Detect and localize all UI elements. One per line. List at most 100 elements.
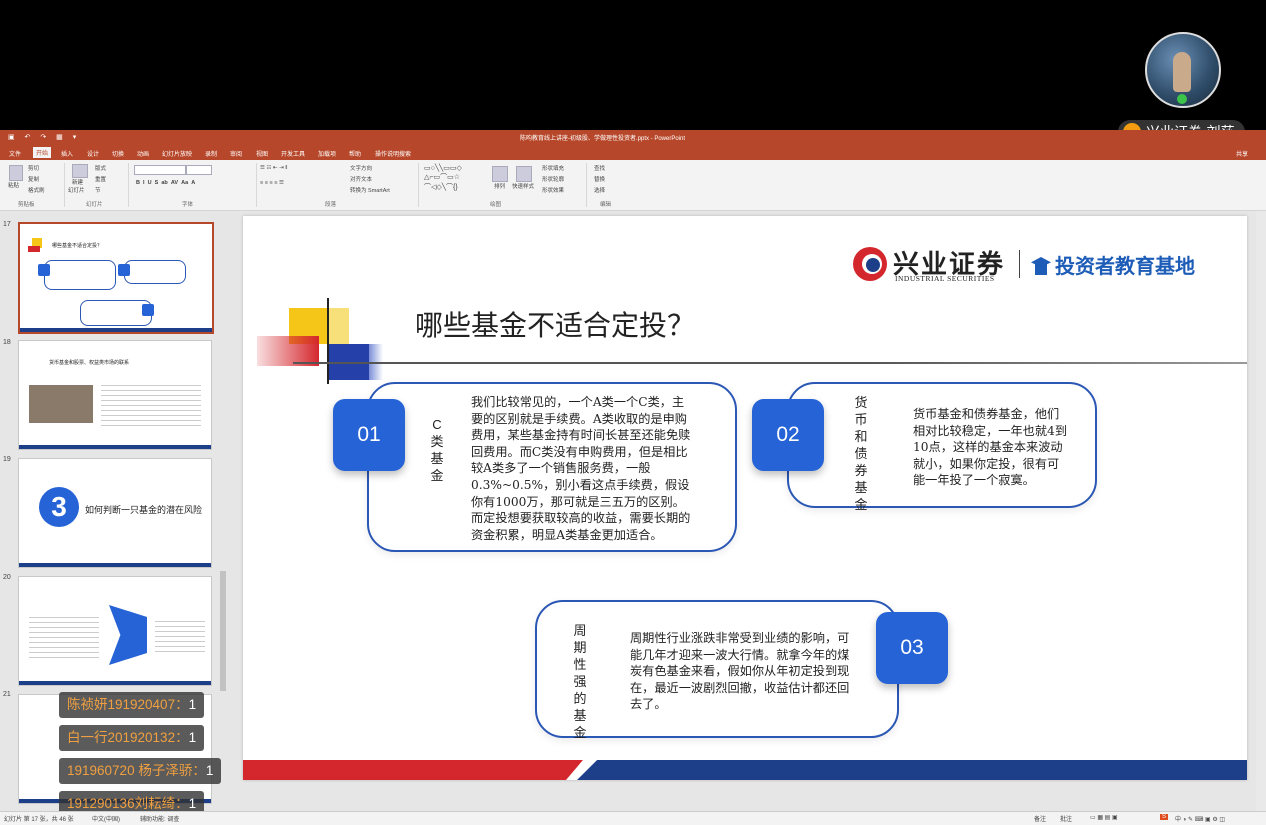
find-button[interactable]: 查找 <box>594 164 605 172</box>
align-text-button[interactable]: 对齐文本 <box>350 175 372 183</box>
thumb-number: 17 <box>3 221 11 228</box>
tell-me-search[interactable]: 操作说明搜索 <box>375 149 411 158</box>
select-button[interactable]: 选择 <box>594 186 605 194</box>
mic-icon <box>1177 94 1187 104</box>
new-slide-icon[interactable] <box>72 164 88 178</box>
brand-logo-icon <box>853 247 887 281</box>
bullets-button[interactable]: ☰ ☷ ⇤ ⇥ ‖ <box>260 165 287 171</box>
quick-styles-button[interactable]: 快速样式 <box>512 182 534 190</box>
chat-message: 陈祯妍191920407：1 <box>59 692 205 718</box>
reset-button[interactable]: 重置 <box>95 175 106 183</box>
graduation-cap-icon <box>1031 257 1051 275</box>
status-bar: 幻灯片 第 17 张，共 46 张 中文(中国) 辅助功能: 调查 备注 批注 … <box>0 811 1266 825</box>
new-slide-button[interactable]: 新建 <box>72 178 83 186</box>
title-underline <box>293 362 1247 364</box>
view-buttons[interactable]: ▭ ▦ ▤ ▣ <box>1090 814 1118 821</box>
deco-light-yellow <box>327 308 349 344</box>
paste-icon[interactable] <box>9 165 23 181</box>
language-status[interactable]: 中文(中国) <box>92 814 120 823</box>
bold-button[interactable]: B I U S ab AV Aa A <box>136 180 195 186</box>
clipboard-group-label: 剪贴板 <box>18 202 35 208</box>
tab-developer[interactable]: 开发工具 <box>281 149 305 158</box>
badge-01: 01 <box>333 399 405 471</box>
slide-title: 哪些基金不适合定投？ <box>415 309 696 342</box>
thumbnail-slide-20[interactable] <box>18 576 212 686</box>
slide-count: 幻灯片 第 17 张，共 46 张 <box>4 817 74 823</box>
presenter-avatar <box>1145 32 1221 108</box>
replace-button[interactable]: 替换 <box>594 175 605 183</box>
paste-button[interactable]: 粘贴 <box>8 181 19 189</box>
tab-record[interactable]: 录制 <box>205 149 217 158</box>
tab-insert[interactable]: 插入 <box>61 149 73 158</box>
logo-en: INDUSTRIAL SECURITIES <box>895 274 995 283</box>
thumbnail-slide-18[interactable]: 货币基金和股票、权益类市场的联系 <box>18 340 212 450</box>
tab-transitions[interactable]: 切换 <box>112 149 124 158</box>
tab-slideshow[interactable]: 幻灯片放映 <box>162 149 192 158</box>
share-button[interactable]: 共享 <box>1236 149 1248 158</box>
card-label-1: C类基金 <box>430 417 444 483</box>
quick-access-toolbar[interactable]: ▣ ↶ ↷ ▦ ▾ <box>8 133 80 141</box>
thumbnail-scrollbar[interactable] <box>219 211 227 811</box>
format-painter-button[interactable]: 格式刷 <box>28 186 45 194</box>
shape-fill-button[interactable]: 形状填充 <box>542 164 564 172</box>
align-buttons[interactable]: ≡ ≡ ≡ ≡ ☰ <box>260 180 284 186</box>
thumb-number: 20 <box>3 574 11 581</box>
card-label-2: 货币和债券基金 <box>854 395 868 512</box>
thumbnail-slide-17[interactable]: 哪些基金不适合定投？ <box>18 222 214 334</box>
arrange-button[interactable]: 排列 <box>494 182 505 190</box>
shapes-gallery[interactable]: ▭○╲╲▭▭◇ △⌐▭⌒▭☆ ⌒◁◇╲⌒{} <box>424 164 462 192</box>
tab-file[interactable]: 文件 <box>9 149 21 158</box>
thumb-number: 18 <box>3 339 11 346</box>
arrange-icon[interactable] <box>492 166 508 182</box>
badge-02: 02 <box>752 399 824 471</box>
accessibility-status[interactable]: 辅助功能: 调查 <box>140 814 179 823</box>
section-button[interactable]: 节 <box>95 186 101 194</box>
video-area <box>0 0 1266 130</box>
cut-button[interactable]: 剪切 <box>28 164 39 172</box>
slide-thumbnail-panel[interactable]: 17 哪些基金不适合定投？ 18 货币基金和股票、权益类市场的联系 19 3 如… <box>0 211 228 811</box>
slide-canvas: 兴业证券 INDUSTRIAL SECURITIES 投资者教育基地 哪些基金不… <box>243 216 1247 780</box>
notes-button[interactable]: 备注 <box>1034 814 1046 823</box>
font-group-label: 字体 <box>182 202 194 208</box>
brand-logo: 兴业证券 INDUSTRIAL SECURITIES 投资者教育基地 <box>853 244 1213 288</box>
shape-outline-button[interactable]: 形状轮廓 <box>542 175 564 183</box>
tab-home[interactable]: 开始 <box>33 147 52 158</box>
comments-button[interactable]: 批注 <box>1060 814 1072 823</box>
thumb-title: 如何判断一只基金的潜在风险 <box>85 505 203 515</box>
badge-03: 03 <box>876 612 948 684</box>
font-name-select[interactable] <box>134 165 186 175</box>
thumb-title: 哪些基金不适合定投？ <box>52 243 103 249</box>
tab-help[interactable]: 帮助 <box>349 149 361 158</box>
thumb-number: 19 <box>3 456 11 463</box>
tab-animations[interactable]: 动画 <box>137 149 149 158</box>
thumb-number: 21 <box>3 691 11 698</box>
slides-group-label: 幻灯片 <box>86 202 103 208</box>
text-direction-button[interactable]: 文字方向 <box>350 164 372 172</box>
card-text-3: 周期性行业涨跌非常受到业绩的影响，可能几年才迎来一波大行情。就拿今年的煤炭有色基… <box>630 631 850 712</box>
ppt-titlebar: ▣ ↶ ↷ ▦ ▾ 陈昀教育线上讲座-初级股、学做理性投资者.pptx - Po… <box>0 130 1266 146</box>
font-size-select[interactable] <box>186 165 212 175</box>
tab-design[interactable]: 设计 <box>87 149 99 158</box>
quick-styles-icon[interactable] <box>516 166 532 182</box>
ribbon: 粘贴 剪切 复制 格式刷 剪贴板 新建 幻灯片 版式 重置 节 幻灯片 B I … <box>0 160 1266 211</box>
slide-footer-bars <box>243 760 1247 780</box>
card-text-1: 我们比较常见的，一个A类一个C类，主要的区别就是手续费。A类收取的是申购费用，某… <box>471 395 691 542</box>
drawing-group-label: 绘图 <box>490 202 502 208</box>
tab-review[interactable]: 审阅 <box>230 149 242 158</box>
copy-button[interactable]: 复制 <box>28 175 39 183</box>
layout-button[interactable]: 版式 <box>95 164 106 172</box>
ime-icon[interactable]: S <box>1160 814 1169 820</box>
tab-addins[interactable]: 加载项 <box>318 149 336 158</box>
tab-view[interactable]: 视图 <box>256 149 268 158</box>
deco-vline <box>327 298 329 384</box>
logo-edu-text: 投资者教育基地 <box>1055 256 1195 278</box>
smartart-button[interactable]: 转换为 SmartArt <box>350 186 390 194</box>
slide-scrollbar[interactable] <box>1256 211 1266 811</box>
thumbnail-slide-19[interactable]: 3 如何判断一只基金的潜在风险 <box>18 458 212 568</box>
thumb-title: 货币基金和股票、权益类市场的联系 <box>49 360 130 366</box>
window-title: 陈昀教育线上讲座-初级股、学做理性投资者.pptx - PowerPoint <box>520 136 686 142</box>
shape-effect-button[interactable]: 形状效果 <box>542 186 564 194</box>
card-text-2: 货币基金和债券基金，他们相对比较稳定，一年也就4到10点，这样的基金本来波动就小… <box>913 407 1068 488</box>
ime-toolbar[interactable]: 中 ◑ ✎ ⌨ ▣ ⚙ ◫ <box>1175 814 1225 823</box>
card-label-3: 周期性强的基金 <box>573 623 587 740</box>
